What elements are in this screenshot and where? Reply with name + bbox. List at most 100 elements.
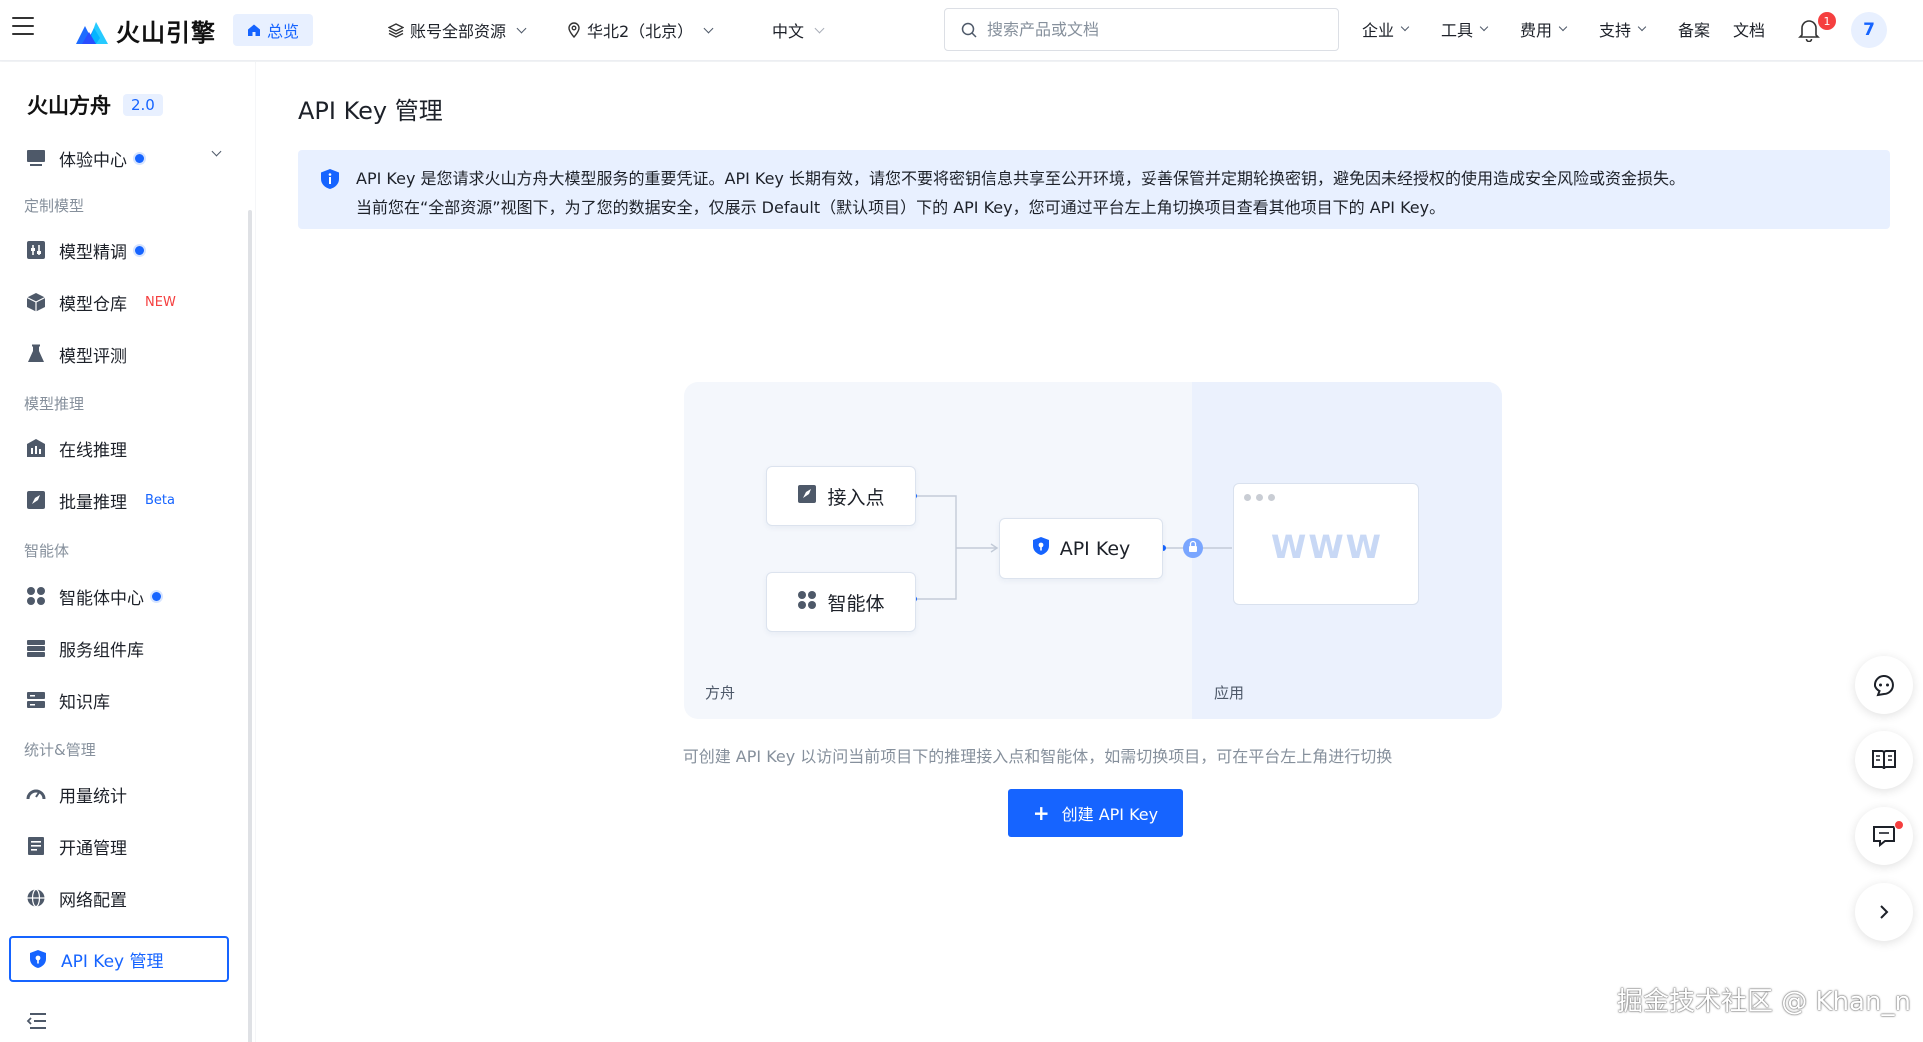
chevron-down-icon: [1637, 22, 1647, 32]
volcano-logo-icon: [76, 22, 108, 44]
new-tag: NEW: [145, 294, 176, 310]
feedback-button[interactable]: [1855, 807, 1913, 865]
window-dots: [1244, 494, 1280, 501]
search-icon: [961, 22, 977, 38]
endpoint-label: 接入点: [827, 486, 885, 509]
brand-logo[interactable]: 火山引擎: [76, 13, 216, 47]
rocket-icon: [797, 484, 817, 509]
feedback-notification-dot: [1894, 820, 1904, 830]
new-dot-indicator: [152, 591, 161, 601]
nav-support[interactable]: 支持: [1599, 17, 1647, 41]
docs-button[interactable]: [1855, 731, 1913, 789]
browser-window: WWW: [1233, 483, 1419, 605]
menu-icon[interactable]: [12, 17, 34, 35]
nav-tools[interactable]: 工具: [1441, 17, 1489, 41]
create-api-key-button[interactable]: + 创建 API Key: [1008, 789, 1183, 837]
sidebar-item-label: 服务组件库: [59, 640, 144, 661]
nav-billing[interactable]: 费用: [1520, 17, 1568, 41]
region-select[interactable]: 华北2（北京）: [567, 17, 714, 43]
sidebar-item-agent-center[interactable]: 智能体中心: [9, 574, 229, 618]
sidebar-scrollbar[interactable]: [248, 210, 252, 1042]
bell-icon[interactable]: [1798, 18, 1820, 42]
building-icon: [25, 437, 47, 459]
message-icon: [1873, 826, 1895, 848]
api-key-node: API Key: [999, 518, 1163, 579]
search-input[interactable]: [987, 20, 1307, 39]
sidebar-item-label: 智能体中心: [59, 588, 144, 609]
chevron-down-icon[interactable]: [211, 146, 222, 157]
sidebar-item-label: 在线推理: [59, 440, 127, 461]
database-icon: [25, 637, 47, 659]
language-select[interactable]: 中文: [772, 17, 825, 43]
nav-filing[interactable]: 备案: [1678, 17, 1710, 41]
shield-key-icon: [27, 948, 49, 970]
sidebar-item-batch-inference[interactable]: 批量推理 Beta: [9, 478, 229, 522]
sidebar-item-label: 模型评测: [59, 346, 127, 367]
cube-icon: [25, 291, 47, 313]
new-dot-indicator: [135, 153, 144, 163]
sidebar-item-model-eval[interactable]: 模型评测: [9, 332, 229, 376]
nav-enterprise-label: 企业: [1362, 21, 1395, 40]
nav-docs[interactable]: 文档: [1733, 17, 1765, 41]
language-label: 中文: [772, 22, 805, 41]
nav-enterprise[interactable]: 企业: [1362, 17, 1410, 41]
chevron-down-icon: [516, 23, 527, 33]
beta-tag: Beta: [145, 492, 175, 508]
agent-node: 智能体: [766, 572, 916, 632]
globe-icon: [25, 887, 47, 909]
collapse-sidebar-icon[interactable]: [26, 1012, 48, 1030]
group-agents: 智能体: [24, 542, 70, 560]
version-badge: 2.0: [123, 94, 163, 116]
sidebar-item-service-components[interactable]: 服务组件库: [9, 626, 229, 670]
create-hint: 可创建 API Key 以访问当前项目下的推理接入点和智能体，如需切换项目，可在…: [256, 743, 1923, 767]
apps-icon: [25, 585, 47, 607]
nav-docs-label: 文档: [1733, 21, 1766, 40]
account-scope-select[interactable]: 账号全部资源: [388, 17, 527, 43]
sidebar-item-label: 模型精调: [59, 242, 127, 263]
chevron-down-icon: [703, 23, 714, 33]
sidebar-item-activation-mgmt[interactable]: 开通管理: [9, 824, 229, 868]
sidebar-header: 火山方舟 2.0: [27, 90, 163, 120]
rocket-icon: [25, 489, 47, 511]
new-dot-indicator: [135, 245, 144, 255]
chevron-right-icon: [1880, 905, 1889, 919]
tune-icon: [25, 239, 47, 261]
nav-tools-label: 工具: [1441, 21, 1474, 40]
nav-billing-label: 费用: [1520, 21, 1553, 40]
monitor-icon: [25, 147, 47, 169]
sidebar-item-usage-stats[interactable]: 用量统计: [9, 772, 229, 816]
alert-text-line-2: 当前您在“全部资源”视图下，为了您的数据安全，仅展示 Default（默认项目）…: [356, 198, 1446, 217]
customer-service-button[interactable]: [1855, 656, 1913, 714]
avatar[interactable]: 7: [1851, 12, 1887, 48]
sidebar-item-label: 网络配置: [59, 890, 127, 911]
nav-filing-label: 备案: [1678, 21, 1711, 40]
brand-name: 火山引擎: [116, 18, 216, 47]
home-tab[interactable]: 总览: [233, 14, 314, 46]
sidebar-item-label: API Key 管理: [61, 951, 164, 972]
sidebar-item-label: 模型仓库: [59, 294, 127, 315]
expand-panel-button[interactable]: [1855, 883, 1913, 941]
sidebar-item-model-repo[interactable]: 模型仓库 NEW: [9, 280, 229, 324]
chevron-down-icon: [814, 23, 825, 33]
alert-text-line-1: API Key 是您请求火山方舟大模型服务的重要凭证。API Key 长期有效，…: [356, 169, 1685, 188]
sidebar-item-label: 体验中心: [59, 150, 127, 171]
headset-chat-icon: [1873, 675, 1894, 697]
plus-icon: +: [1032, 801, 1050, 825]
api-key-label: API Key: [1059, 537, 1131, 560]
sidebar-item-network-config[interactable]: 网络配置: [9, 876, 229, 920]
sidebar-item-fine-tune[interactable]: 模型精调: [9, 228, 229, 272]
ark-region-label: 方舟: [705, 684, 736, 702]
sidebar-item-experience-center[interactable]: 体验中心: [9, 136, 229, 180]
api-key-diagram: 接入点 智能体 API Key WWW 方舟 应用: [684, 382, 1502, 719]
sidebar-item-online-inference[interactable]: 在线推理: [9, 426, 229, 470]
sidebar-item-knowledge-base[interactable]: 知识库: [9, 678, 229, 722]
top-bar: 火山引擎 总览 账号全部资源 华北2（北京） 中文 企业 工具 费用 支持 备案…: [0, 0, 1923, 61]
search-box[interactable]: [944, 8, 1339, 51]
www-label: WWW: [1271, 528, 1383, 566]
chevron-down-icon: [1479, 22, 1489, 32]
create-api-key-label: 创建 API Key: [1061, 805, 1159, 824]
group-stats-mgmt: 统计&管理: [24, 741, 96, 759]
chevron-down-icon: [1400, 22, 1410, 32]
server-icon: [25, 689, 47, 711]
sidebar-item-api-key-mgmt[interactable]: API Key 管理: [9, 936, 229, 982]
